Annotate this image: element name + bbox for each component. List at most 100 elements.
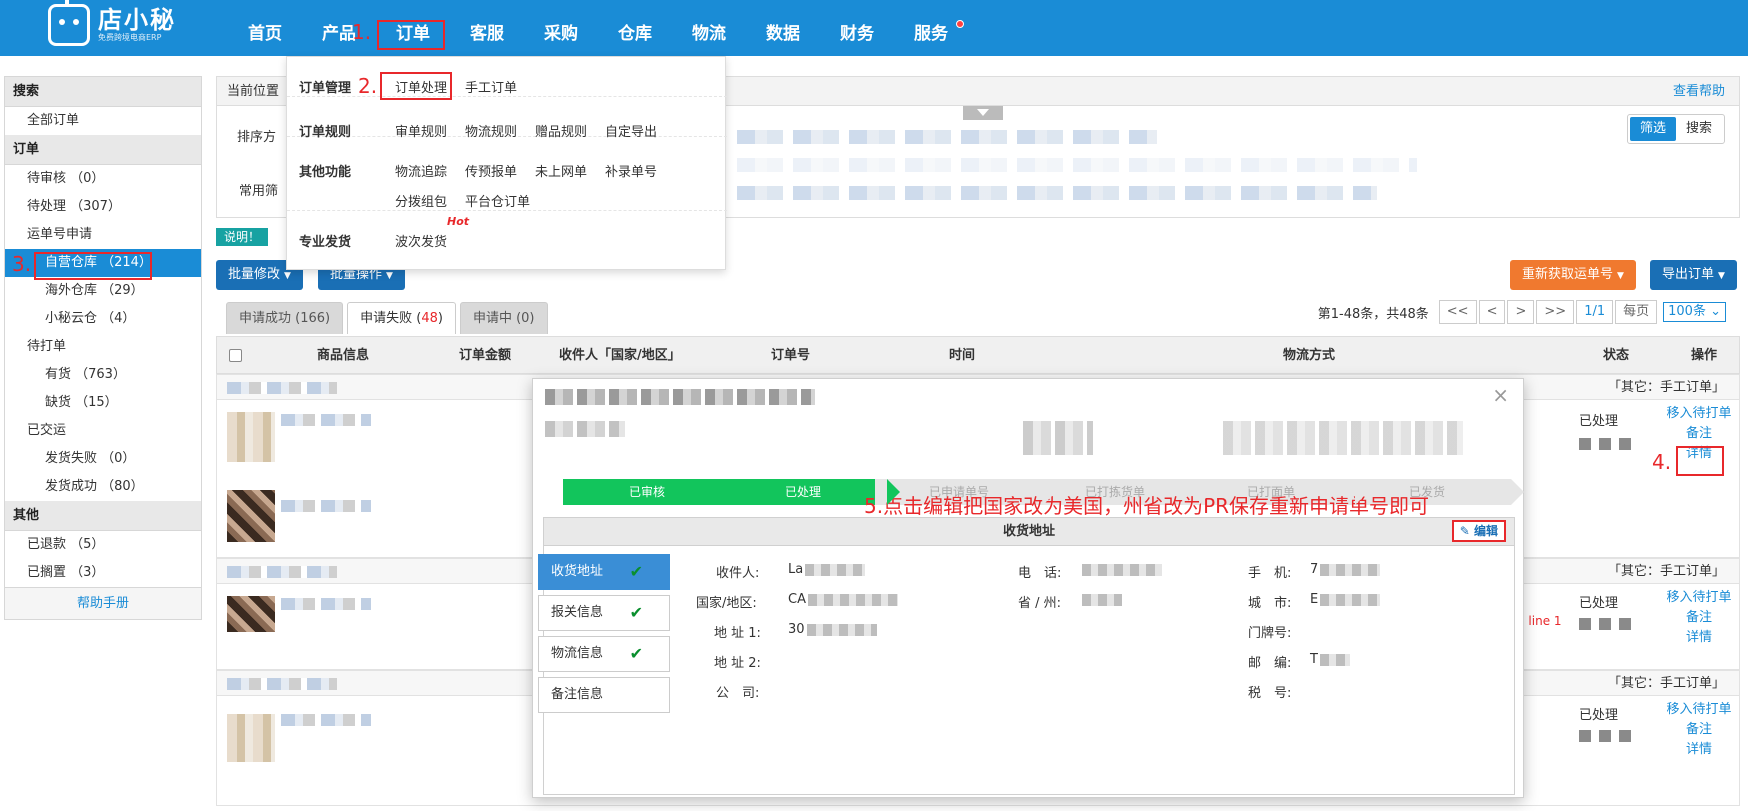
menu-item-tracking[interactable]: 物流追踪 — [395, 161, 447, 180]
menu-item-logistics-rules[interactable]: 物流规则 — [465, 121, 517, 140]
th-amount: 订单金额 — [459, 348, 512, 363]
value-mobile-text: 7 — [1310, 562, 1319, 577]
pager-last-button[interactable]: >> — [1536, 300, 1575, 324]
sidebar-head-other: 其他 — [5, 501, 201, 531]
remark-link[interactable]: 备注 — [1657, 720, 1741, 740]
search-button[interactable]: 搜索 — [1676, 117, 1722, 141]
remark-link[interactable]: 备注 — [1657, 424, 1741, 444]
tab-apply-failed[interactable]: 申请失败 (48) — [347, 302, 456, 334]
nav-logistics[interactable]: 物流 — [672, 0, 746, 56]
blurred-modal-info — [1023, 421, 1093, 455]
caret-down-icon: ▼ — [1718, 271, 1725, 281]
collapse-chevron-icon[interactable] — [963, 106, 1003, 120]
page-size-select[interactable]: 100条 ⌄ — [1663, 302, 1726, 322]
pager-summary: 第1-48条，共48条 — [1317, 306, 1429, 322]
common-filter-label: 常用筛 — [239, 184, 279, 199]
move-to-print-link[interactable]: 移入待打单 — [1657, 588, 1741, 608]
nav-warehouse[interactable]: 仓库 — [598, 0, 672, 56]
move-to-print-link[interactable]: 移入待打单 — [1657, 700, 1741, 720]
copy-icon[interactable] — [1579, 618, 1591, 630]
order-status-2: 已处理 — [1579, 596, 1619, 611]
blurred-filter-options — [737, 158, 1417, 172]
brand-name: 店小秘 — [98, 6, 176, 34]
check-icon[interactable] — [1619, 618, 1631, 630]
sidebar-item-on-hold[interactable]: 已搁置 （3） — [5, 559, 201, 587]
sidebar-item-shipped[interactable]: 已交运 — [5, 417, 201, 445]
menu-item-wave-shipping[interactable]: 波次发货 — [395, 231, 447, 250]
sidebar-item-to-print[interactable]: 待打单 — [5, 333, 201, 361]
tab-apply-failed-label: 申请失败 ( — [360, 311, 422, 326]
sidebar-item-out-of-stock[interactable]: 缺货 （15） — [5, 389, 201, 417]
nav-finance[interactable]: 财务 — [820, 0, 894, 56]
tab-applying[interactable]: 申请中 (0) — [459, 302, 548, 334]
label-address-1: 地 址 1: — [714, 626, 761, 641]
barcode-icon[interactable] — [1599, 438, 1611, 450]
check-icon[interactable] — [1619, 438, 1631, 450]
copy-icon[interactable] — [1579, 730, 1591, 742]
side-tab-remarks[interactable]: 备注信息 — [538, 677, 670, 713]
details-link[interactable]: 详情 — [1657, 628, 1741, 648]
help-manual-link[interactable]: 帮助手册 — [5, 587, 201, 619]
sidebar-item-refunded[interactable]: 已退款 （5） — [5, 531, 201, 559]
brand-logo[interactable]: 店小秘 免费跨境电商ERP — [48, 0, 176, 46]
sidebar-item-in-stock[interactable]: 有货 （763） — [5, 361, 201, 389]
side-tab-logistics[interactable]: 物流信息 ✔ — [538, 636, 670, 672]
pager-prev-button[interactable]: < — [1478, 300, 1506, 324]
product-thumbnail[interactable] — [227, 714, 275, 762]
menu-item-upload-forecast[interactable]: 传预报单 — [465, 161, 517, 180]
pager-next-button[interactable]: > — [1507, 300, 1535, 324]
value-zip-text: T — [1310, 652, 1318, 667]
menu-item-manual-order[interactable]: 手工订单 — [465, 77, 517, 96]
menu-item-custom-export[interactable]: 自定导出 — [605, 121, 657, 140]
select-all-checkbox[interactable] — [229, 349, 242, 362]
sidebar-item-all-orders[interactable]: 全部订单 — [5, 107, 201, 135]
pager-first-button[interactable]: << — [1438, 300, 1477, 324]
th-recipient: 收件人「国家/地区」 — [559, 348, 681, 363]
main-nav: 首页 产品 订单 客服 采购 仓库 物流 数据 财务 服务 — [228, 0, 968, 56]
export-orders-button[interactable]: 导出订单 ▼ — [1650, 260, 1737, 290]
copy-icon[interactable] — [1579, 438, 1591, 450]
nav-services-label: 服务 — [914, 24, 948, 44]
annotation-box-orders — [377, 20, 445, 50]
product-thumbnail[interactable] — [227, 412, 275, 462]
product-thumbnail[interactable] — [227, 596, 275, 632]
menu-item-review-rules[interactable]: 审单规则 — [395, 121, 447, 140]
orders-dropdown-menu: 订单管理 订单处理 手工订单 订单规则 审单规则 物流规则 赠品规则 自定导出 … — [286, 56, 727, 270]
filter-button[interactable]: 筛选 — [1629, 117, 1676, 141]
remark-link[interactable]: 备注 — [1657, 608, 1741, 628]
barcode-icon[interactable] — [1599, 618, 1611, 630]
menu-item-platform-warehouse[interactable]: 平台仓订单 — [465, 191, 530, 210]
sidebar-item-pending-review[interactable]: 待审核 （0） — [5, 165, 201, 193]
reapply-waybill-button[interactable]: 重新获取运单号 ▼ — [1510, 260, 1636, 290]
sidebar-item-cloud-warehouse[interactable]: 小秘云仓 （4） — [5, 305, 201, 333]
nav-purchasing[interactable]: 采购 — [524, 0, 598, 56]
value-state — [1080, 592, 1122, 607]
product-thumbnail[interactable] — [227, 490, 275, 542]
menu-item-distribution-package[interactable]: 分拨组包 — [395, 191, 447, 210]
blurred-order-id — [227, 566, 337, 578]
barcode-icon[interactable] — [1599, 730, 1611, 742]
menu-item-not-online[interactable]: 未上网单 — [535, 161, 587, 180]
menu-item-supplement-number[interactable]: 补录单号 — [605, 161, 657, 180]
side-tab-customs[interactable]: 报关信息 ✔ — [538, 595, 670, 631]
sidebar-item-overseas-warehouse[interactable]: 海外仓库 （29） — [5, 277, 201, 305]
tab-apply-success[interactable]: 申请成功 (166) — [226, 302, 344, 334]
menu-item-gift-rules[interactable]: 赠品规则 — [535, 121, 587, 140]
nav-home[interactable]: 首页 — [228, 0, 302, 56]
sidebar-item-waybill-apply[interactable]: 运单号申请 — [5, 221, 201, 249]
label-door-number: 门牌号: — [1248, 626, 1292, 641]
sidebar-item-ship-failed[interactable]: 发货失败 （0） — [5, 445, 201, 473]
order-status-3: 已处理 — [1579, 708, 1619, 723]
side-tab-address[interactable]: 收货地址 ✔ — [538, 554, 670, 590]
edit-address-button[interactable]: ✎ 编辑 — [1451, 520, 1506, 542]
close-icon[interactable]: × — [1492, 383, 1509, 407]
nav-data[interactable]: 数据 — [746, 0, 820, 56]
nav-customer-service[interactable]: 客服 — [450, 0, 524, 56]
sidebar-item-ship-success[interactable]: 发货成功 （80） — [5, 473, 201, 501]
nav-services[interactable]: 服务 — [894, 0, 968, 56]
sidebar-item-to-process[interactable]: 待处理 （307） — [5, 193, 201, 221]
view-help-link[interactable]: 查看帮助 — [1673, 77, 1725, 107]
move-to-print-link[interactable]: 移入待打单 — [1657, 404, 1741, 424]
details-link[interactable]: 详情 — [1657, 740, 1741, 760]
check-icon[interactable] — [1619, 730, 1631, 742]
